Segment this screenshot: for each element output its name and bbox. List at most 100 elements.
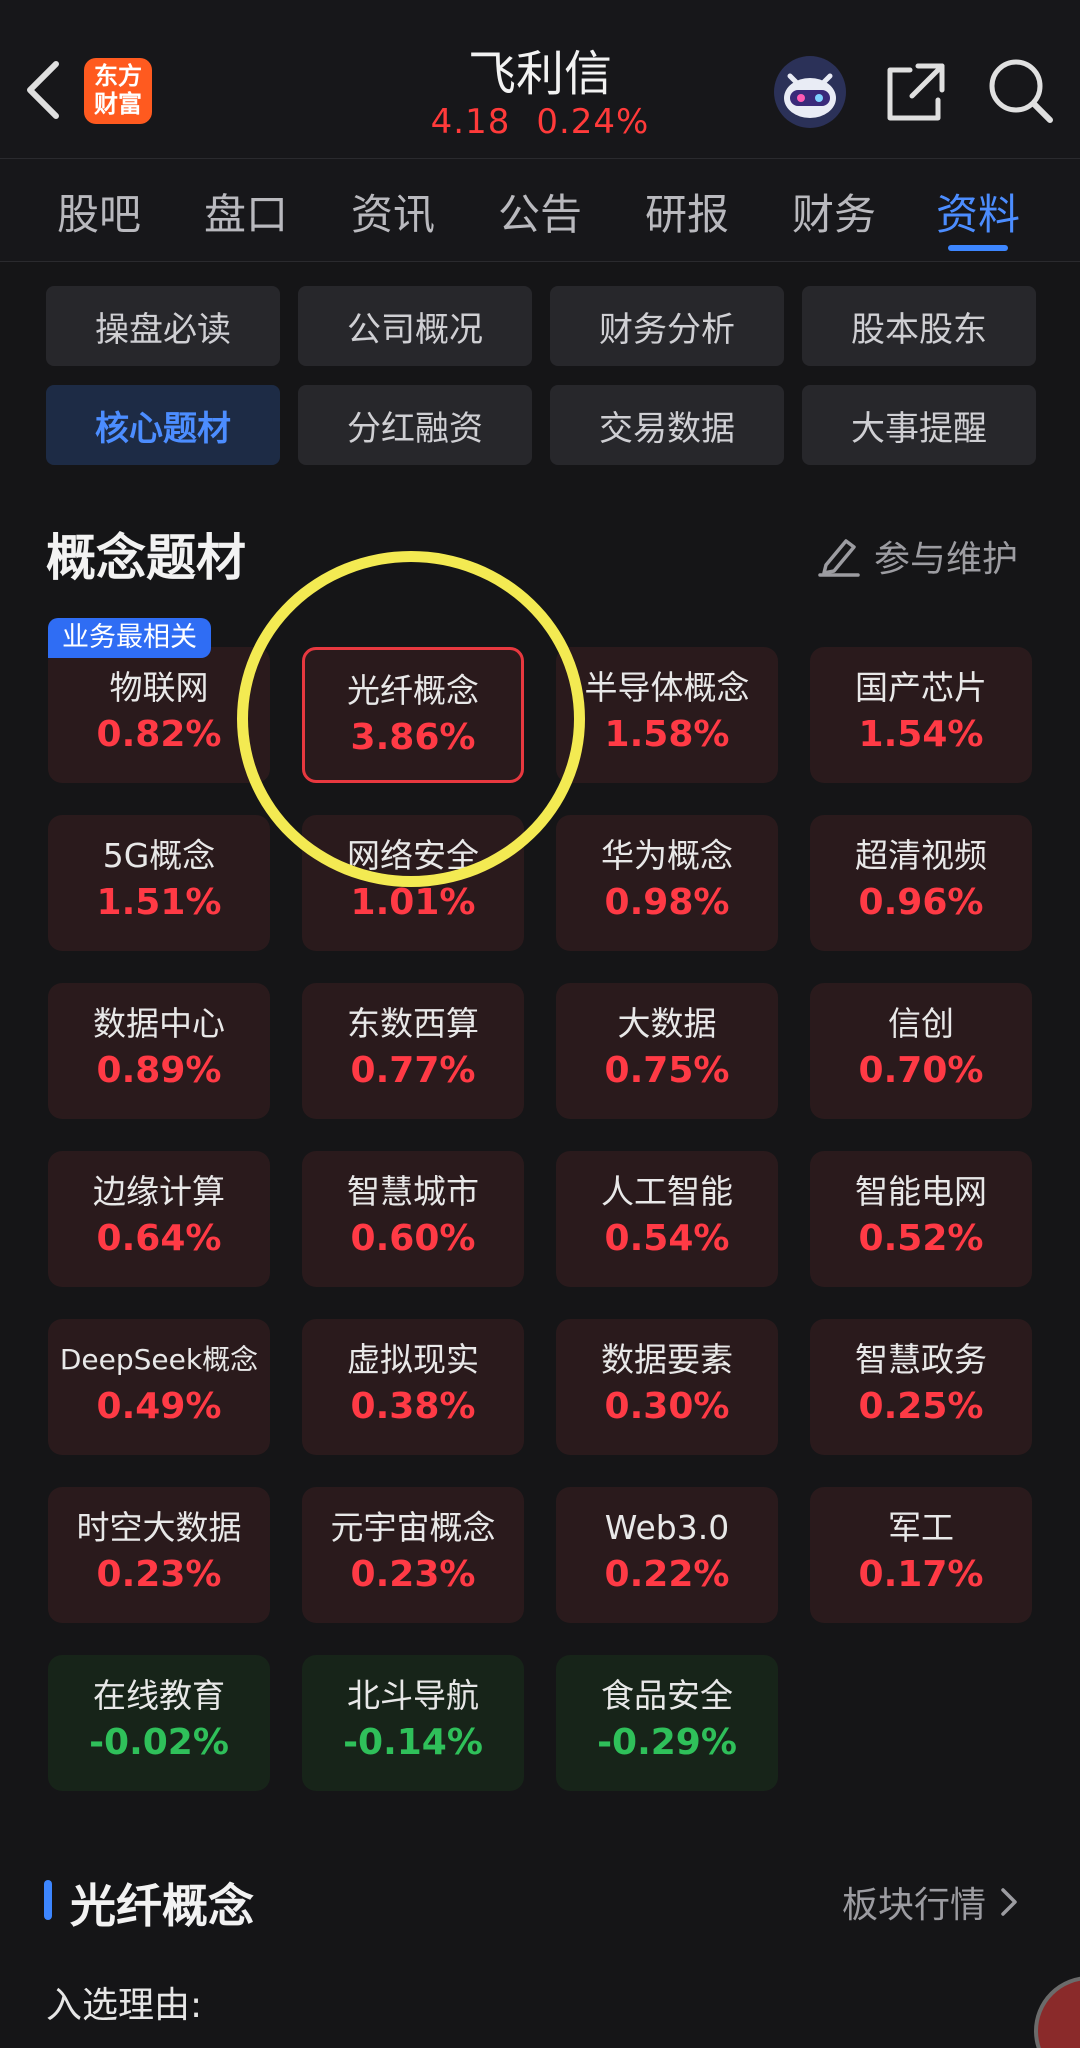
concept-card[interactable]: 智慧政务 0.25% [810,1319,1032,1455]
concept-change: 0.22% [604,1554,730,1595]
concept-name: 数据要素 [601,1340,733,1379]
concept-change: 0.60% [350,1218,476,1259]
concept-change: -0.14% [343,1722,483,1763]
concept-card[interactable]: 东数西算 0.77% [302,983,524,1119]
concept-change: 0.25% [858,1386,984,1427]
concept-name: 北斗导航 [347,1676,479,1715]
concept-change: 1.54% [858,714,984,755]
concept-name: 时空大数据 [76,1508,242,1547]
concept-change: 0.54% [604,1218,730,1259]
tab-announcements[interactable]: 公告 [485,181,595,242]
tab-finance[interactable]: 财务 [779,181,889,242]
concept-change: 0.96% [858,882,984,923]
concept-card[interactable]: 智能电网 0.52% [810,1151,1032,1287]
concept-card[interactable]: 信创 0.70% [810,983,1032,1119]
concept-card[interactable]: 大数据 0.75% [556,983,778,1119]
concept-change: 0.52% [858,1218,984,1259]
concept-card[interactable]: 北斗导航 -0.14% [302,1655,524,1791]
concept-change: 0.98% [604,882,730,923]
concept-change: 0.75% [604,1050,730,1091]
concepts-section-title: 概念题材 [46,529,246,587]
concept-card[interactable]: 数据要素 0.30% [556,1319,778,1455]
detail-accent-bar [44,1880,52,1920]
concept-change: -0.02% [89,1722,229,1763]
concept-change: 0.49% [96,1386,222,1427]
concept-card[interactable]: 国产芯片 1.54% [810,647,1032,783]
concept-change: 0.38% [350,1386,476,1427]
share-icon [887,63,945,121]
concept-change: 1.58% [604,714,730,755]
detail-title: 光纤概念 [70,1879,254,1933]
concept-card[interactable]: 边缘计算 0.64% [48,1151,270,1287]
concept-card[interactable]: 虚拟现实 0.38% [302,1319,524,1455]
stock-change-pct: 0.24% [536,102,650,142]
concept-name: 超清视频 [855,836,987,875]
submenu-company-overview[interactable]: 公司概况 [298,286,532,366]
submenu-dividends[interactable]: 分红融资 [298,385,532,465]
concept-name: 物联网 [109,668,209,707]
concept-name: 食品安全 [601,1676,733,1715]
stock-price: 4.18 [430,102,511,142]
submenu-events[interactable]: 大事提醒 [802,385,1036,465]
maintain-link[interactable]: 参与维护 [816,530,1018,582]
search-button[interactable] [986,56,1056,126]
concept-card[interactable]: 半导体概念 1.58% [556,647,778,783]
sector-quote-label: 板块行情 [842,1885,987,1926]
concept-card[interactable]: 食品安全 -0.29% [556,1655,778,1791]
concept-change: 1.51% [96,882,222,923]
concept-name: DeepSeek概念 [59,1343,259,1376]
chevron-right-icon [1001,1888,1017,1916]
tab-pankou[interactable]: 盘口 [191,181,301,242]
concept-change: 0.23% [96,1554,222,1595]
stock-profile-page: 东方 财富 飞利信 4.18 0.24% 股吧 盘口 资讯 公告 研报 财务 资… [0,0,1080,2048]
concept-card[interactable]: 元宇宙概念 0.23% [302,1487,524,1623]
concept-card[interactable]: 超清视频 0.96% [810,815,1032,951]
concept-name: 人工智能 [601,1172,733,1211]
tab-news[interactable]: 资讯 [338,181,448,242]
concept-card[interactable]: 时空大数据 0.23% [48,1487,270,1623]
submenu-financial-analysis[interactable]: 财务分析 [550,286,784,366]
submenu-trading-guide[interactable]: 操盘必读 [46,286,280,366]
share-button[interactable] [884,60,948,124]
robot-avatar-icon [774,56,846,128]
concept-change: 0.23% [350,1554,476,1595]
concept-card[interactable]: 华为概念 0.98% [556,815,778,951]
concept-change: 0.70% [858,1050,984,1091]
concept-card[interactable]: 人工智能 0.54% [556,1151,778,1287]
concept-card[interactable]: 数据中心 0.89% [48,983,270,1119]
concept-card[interactable]: Web3.0 0.22% [556,1487,778,1623]
concept-name: 军工 [888,1508,954,1547]
concept-name: 在线教育 [93,1676,225,1715]
tab-profile[interactable]: 资料 [923,181,1033,242]
active-tab-indicator [948,245,1008,251]
concept-card[interactable]: 军工 0.17% [810,1487,1032,1623]
concept-name: 国产芯片 [855,668,987,707]
concept-name: 半导体概念 [584,668,750,707]
concept-card[interactable]: 5G概念 1.51% [48,815,270,951]
concept-name: 东数西算 [347,1004,479,1043]
tab-guba[interactable]: 股吧 [44,181,154,242]
submenu-shareholders[interactable]: 股本股东 [802,286,1036,366]
concept-change: 0.64% [96,1218,222,1259]
selection-reason-label: 入选理由: [46,1985,203,2026]
concept-name: 5G概念 [102,836,216,875]
concept-change: 0.30% [604,1386,730,1427]
submenu-core-themes[interactable]: 核心题材 [46,385,280,465]
assistant-avatar-button[interactable] [772,54,848,130]
search-icon [989,59,1053,123]
submenu-trading-data[interactable]: 交易数据 [550,385,784,465]
concept-name: 智能电网 [855,1172,987,1211]
concept-change: 0.77% [350,1050,476,1091]
concept-card[interactable]: 在线教育 -0.02% [48,1655,270,1791]
concept-card[interactable]: 智慧城市 0.60% [302,1151,524,1287]
tab-research[interactable]: 研报 [632,181,742,242]
concept-name: Web3.0 [604,1508,730,1547]
concept-card[interactable]: DeepSeek概念 0.49% [48,1319,270,1455]
concept-name: 智慧政务 [855,1340,987,1379]
sector-quote-link[interactable]: 板块行情 [842,1876,1018,1928]
main-tabs: 股吧 盘口 资讯 公告 研报 财务 资料 [0,158,1080,262]
concept-change: 0.17% [858,1554,984,1595]
floating-action-button[interactable] [1034,1976,1080,2048]
highlight-circle-annotation [237,551,585,887]
concept-change: 0.89% [96,1050,222,1091]
